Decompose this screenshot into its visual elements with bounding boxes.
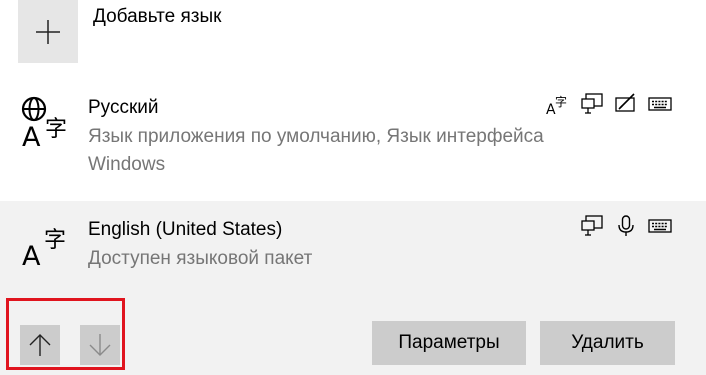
language-icon: A 字 <box>22 228 66 271</box>
svg-text:A: A <box>22 241 41 271</box>
language-description: Язык приложения по умолчанию, Язык интер… <box>88 126 544 175</box>
language-name: Русский <box>88 97 159 118</box>
move-down-button[interactable] <box>80 325 120 365</box>
display-language-icon <box>580 214 604 238</box>
language-description: Доступен языковой пакет <box>88 248 313 269</box>
language-item-russian[interactable]: A 字 Русский Язык приложения по умолчанию… <box>0 82 706 190</box>
svg-text:字: 字 <box>45 117 67 142</box>
add-language-label: Добавьте язык <box>93 6 222 27</box>
plus-icon <box>36 20 60 44</box>
handwriting-icon <box>614 92 638 116</box>
language-settings: Добавьте язык A 字 Русский Язык приложени… <box>0 0 706 375</box>
add-language-row[interactable]: Добавьте язык <box>18 0 698 64</box>
language-features <box>580 214 672 238</box>
svg-text:字: 字 <box>555 94 567 109</box>
text-to-speech-icon: A 字 <box>546 92 570 116</box>
move-buttons-highlight <box>6 298 125 370</box>
add-language-button[interactable] <box>18 0 78 63</box>
svg-text:A: A <box>22 122 41 152</box>
arrow-up-icon <box>29 334 51 356</box>
options-button[interactable]: Параметры <box>372 321 526 365</box>
language-globe-icon: A 字 <box>21 96 67 152</box>
remove-button[interactable]: Удалить <box>540 321 675 365</box>
keyboard-icon <box>648 214 672 238</box>
language-features: A 字 <box>546 92 672 116</box>
arrow-down-icon <box>89 334 111 356</box>
move-up-button[interactable] <box>20 325 60 365</box>
language-name: English (United States) <box>88 219 283 240</box>
microphone-icon <box>614 214 638 238</box>
svg-text:字: 字 <box>44 228 66 253</box>
display-language-icon <box>580 92 604 116</box>
keyboard-icon <box>648 92 672 116</box>
